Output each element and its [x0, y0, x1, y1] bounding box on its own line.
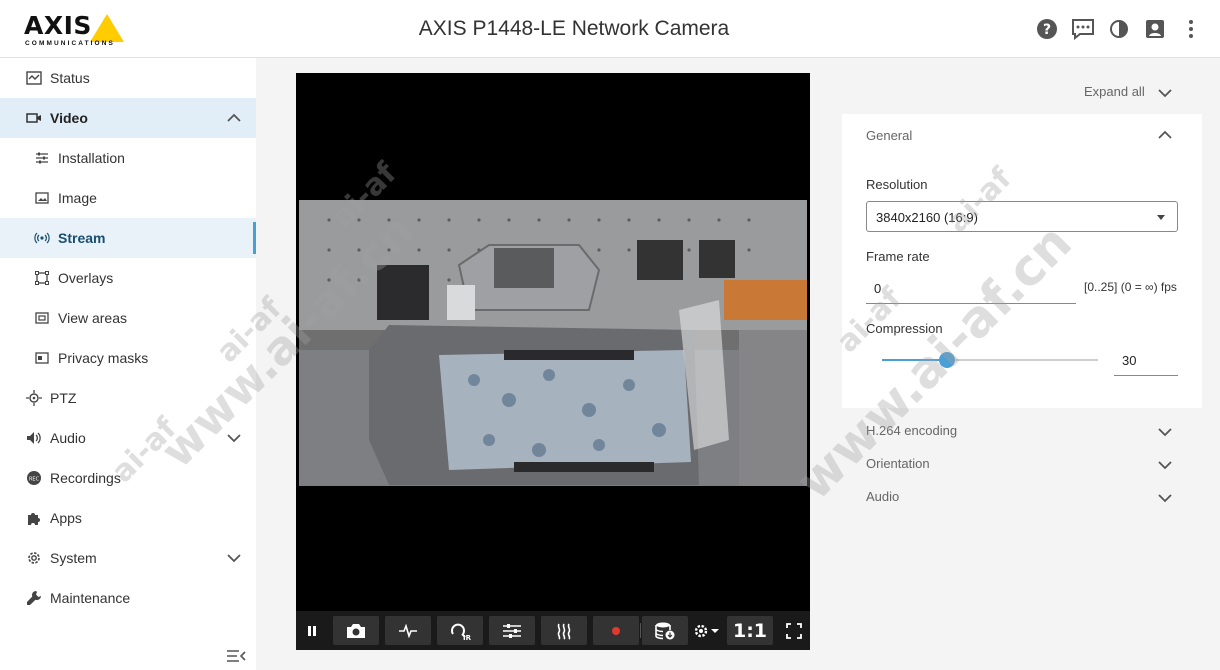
pulse-icon[interactable] — [385, 616, 431, 645]
sidebar-item-label: Maintenance — [50, 590, 131, 606]
sidebar-item-privacy-masks[interactable]: Privacy masks — [0, 338, 256, 378]
section-orientation[interactable]: Orientation — [866, 456, 930, 471]
ptz-icon — [25, 389, 43, 407]
compression-field[interactable]: 30 — [1114, 345, 1178, 376]
frame-rate-value: 0 — [874, 281, 882, 296]
settings-icon[interactable] — [690, 616, 724, 645]
sidebar-item-label: Apps — [50, 510, 82, 526]
record-icon[interactable] — [593, 616, 639, 645]
expand-all-button[interactable]: Expand all — [1084, 84, 1145, 99]
sidebar-item-ptz[interactable]: PTZ — [0, 378, 256, 418]
sliders-icon — [33, 149, 51, 167]
zoom-ratio-button[interactable]: 1:1 — [727, 616, 773, 645]
system-icon — [25, 549, 43, 567]
stream-icon — [33, 229, 51, 247]
chevron-down-icon[interactable] — [226, 550, 242, 566]
feedback-icon[interactable] — [1071, 18, 1095, 40]
camera-snapshot — [299, 200, 807, 486]
sidebar-item-label: Status — [50, 70, 90, 86]
sidebar-item-label: Recordings — [50, 470, 121, 486]
privacy-masks-icon — [33, 349, 51, 367]
sidebar-item-system[interactable]: System — [0, 538, 256, 578]
chevron-down-icon[interactable] — [1157, 490, 1173, 506]
chevron-up-icon[interactable] — [1157, 127, 1173, 143]
sidebar-item-label: Installation — [58, 150, 125, 166]
sidebar-item-overlays[interactable]: Overlays — [0, 258, 256, 298]
app-header: AXIS COMMUNICATIONS AXIS P1448-LE Networ… — [0, 0, 1220, 58]
chevron-down-icon[interactable] — [1157, 457, 1173, 473]
maintenance-icon — [25, 589, 43, 607]
sidebar-item-label: Video — [50, 110, 88, 126]
status-icon — [25, 69, 43, 87]
general-panel: General Resolution 3840x2160 (16:9) Fram… — [842, 114, 1202, 408]
fullscreen-icon[interactable] — [782, 616, 806, 645]
resolution-select[interactable]: 3840x2160 (16:9) — [866, 201, 1178, 232]
sidebar-item-label: PTZ — [50, 390, 77, 406]
sidebar-item-image[interactable]: Image — [0, 178, 256, 218]
compression-slider-thumb[interactable] — [938, 352, 955, 368]
chevron-up-icon[interactable] — [226, 110, 242, 126]
frame-rate-field[interactable]: 0 — [866, 273, 1076, 304]
snapshot-icon[interactable] — [333, 616, 379, 645]
svg-text:?: ? — [1043, 22, 1051, 38]
general-section-title[interactable]: General — [866, 128, 912, 143]
apps-icon — [25, 509, 43, 527]
frame-rate-label: Frame rate — [866, 249, 930, 264]
recordings-icon: REC — [25, 469, 43, 487]
svg-text:IR: IR — [463, 634, 471, 640]
ir-icon[interactable]: IR — [437, 616, 483, 645]
sidebar-item-label: Overlays — [58, 270, 114, 286]
sidebar-item-video[interactable]: Video — [0, 98, 256, 138]
sidebar-item-view-areas[interactable]: View areas — [0, 298, 256, 338]
resolution-value: 3840x2160 (16:9) — [876, 210, 978, 225]
image-icon — [33, 189, 51, 207]
sidebar-item-audio[interactable]: Audio — [0, 418, 256, 458]
chevron-down-icon[interactable] — [1157, 424, 1173, 440]
sidebar-item-label: Privacy masks — [58, 350, 149, 366]
overlays-icon — [33, 269, 51, 287]
toolbar-divider — [640, 623, 641, 638]
storage-icon[interactable] — [642, 616, 688, 645]
svg-text:REC: REC — [29, 477, 40, 483]
active-indicator — [253, 222, 256, 254]
sidebar-item-stream[interactable]: Stream — [0, 218, 256, 258]
audio-icon — [25, 429, 43, 447]
video-icon — [25, 109, 43, 127]
contrast-icon[interactable] — [1108, 18, 1130, 40]
pause-icon[interactable] — [302, 616, 322, 645]
page-title: AXIS P1448-LE Network Camera — [418, 17, 730, 40]
frame-rate-range: [0..25] (0 = ∞) fps — [1084, 280, 1177, 294]
compression-label: Compression — [866, 321, 943, 336]
view-areas-icon — [33, 309, 51, 327]
compression-value: 30 — [1122, 353, 1137, 368]
help-icon[interactable]: ? — [1036, 18, 1058, 40]
sidebar-item-label: Stream — [58, 230, 106, 246]
chevron-down-icon[interactable] — [1157, 85, 1173, 101]
adjust-icon[interactable] — [489, 616, 535, 645]
sidebar-item-status[interactable]: Status — [0, 58, 256, 98]
video-viewer[interactable]: IR 1:1 — [296, 73, 810, 650]
compression-slider-fill — [882, 359, 947, 361]
logo-subtitle: COMMUNICATIONS — [25, 40, 115, 47]
section-h264-encoding[interactable]: H.264 encoding — [866, 423, 957, 438]
sidebar: Status Video Installation Image Stream O… — [0, 58, 256, 670]
sidebar-item-label: Audio — [50, 430, 86, 446]
sidebar-item-label: Image — [58, 190, 97, 206]
sidebar-item-apps[interactable]: Apps — [0, 498, 256, 538]
sidebar-item-label: View areas — [58, 310, 128, 326]
collapse-sidebar-icon[interactable] — [226, 648, 246, 664]
heat-icon[interactable] — [541, 616, 587, 645]
chevron-down-icon[interactable] — [226, 430, 242, 446]
sidebar-item-label: System — [50, 550, 97, 566]
sidebar-item-installation[interactable]: Installation — [0, 138, 256, 178]
user-icon[interactable] — [1144, 18, 1166, 40]
section-audio[interactable]: Audio — [866, 489, 899, 504]
zoom-ratio-label: 1:1 — [732, 619, 768, 642]
dropdown-arrow-icon — [1157, 215, 1165, 220]
more-vertical-icon[interactable] — [1180, 18, 1202, 40]
resolution-label: Resolution — [866, 177, 928, 192]
sidebar-item-maintenance[interactable]: Maintenance — [0, 578, 256, 618]
video-toolbar: IR 1:1 — [296, 611, 810, 650]
sidebar-item-recordings[interactable]: REC Recordings — [0, 458, 256, 498]
